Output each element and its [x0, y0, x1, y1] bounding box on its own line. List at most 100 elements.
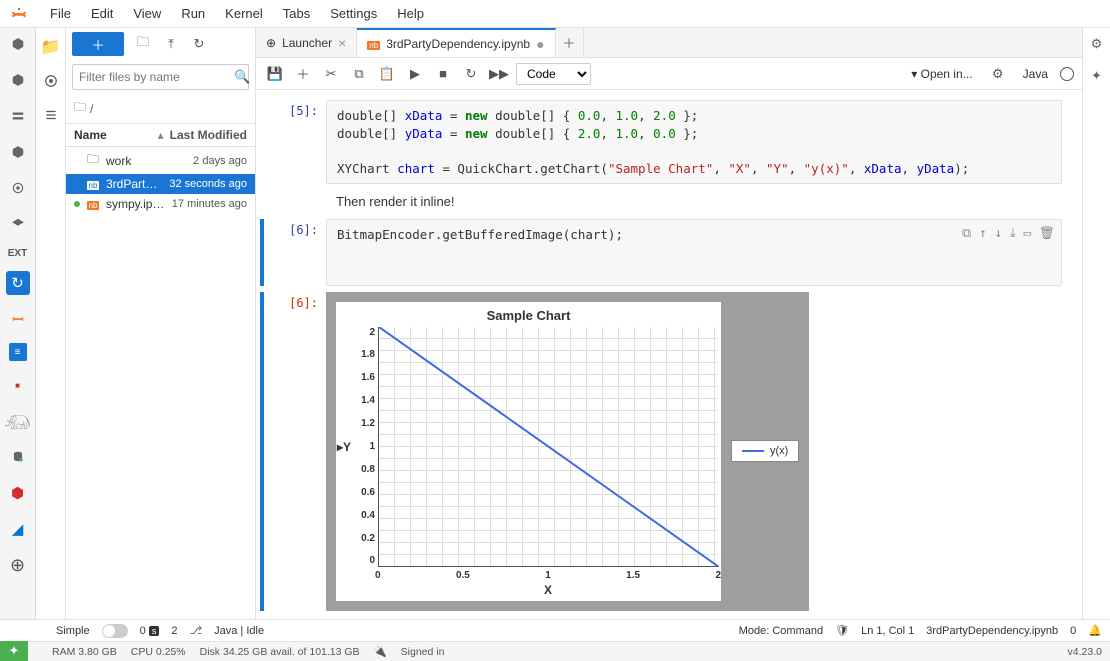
- jupyter-small-icon[interactable]: [6, 307, 30, 331]
- menu-help[interactable]: Help: [387, 3, 434, 24]
- signed-in-status[interactable]: Signed in: [401, 646, 445, 658]
- close-icon[interactable]: ×: [338, 35, 346, 51]
- delete-icon[interactable]: 🗑: [1039, 224, 1055, 242]
- add-circle-icon[interactable]: ⊕: [6, 553, 30, 577]
- cells-container: [5]: double[] xData = new double[] { 0.0…: [256, 90, 1082, 619]
- right-sidebar: ⚙ ✦: [1082, 28, 1110, 619]
- file-row[interactable]: nbsympy.ipynb17 minutes ago: [66, 194, 255, 214]
- notebook-icon: nb: [86, 197, 100, 211]
- open-in-dropdown[interactable]: ▾ Open in...: [911, 67, 972, 81]
- doc-red-icon[interactable]: ■: [6, 373, 30, 397]
- bell-icon[interactable]: 🔔: [1088, 624, 1102, 637]
- running-icon[interactable]: [40, 70, 62, 92]
- menu-settings[interactable]: Settings: [320, 3, 387, 24]
- save-icon[interactable]: 💾: [264, 63, 286, 85]
- col-name[interactable]: Name: [74, 128, 158, 142]
- list-icon[interactable]: [40, 104, 62, 126]
- cpu-status[interactable]: CPU 0.25%: [131, 646, 186, 658]
- folder-icon: 🗀: [86, 150, 100, 171]
- col-modified[interactable]: Last Modified: [170, 128, 247, 142]
- upload-icon[interactable]: ⤒: [162, 36, 180, 52]
- filter-box[interactable]: 🔍: [72, 64, 249, 90]
- cell-type-select[interactable]: Code: [516, 63, 591, 85]
- cut-icon[interactable]: ✂: [320, 63, 342, 85]
- download-icon[interactable]: ⤓: [1010, 224, 1016, 242]
- file-columns-header[interactable]: Name ▴ Last Modified: [66, 123, 255, 147]
- cube2-icon[interactable]: [6, 68, 30, 92]
- notification-count[interactable]: 0: [1070, 625, 1076, 637]
- file-row[interactable]: 🗀work2 days ago: [66, 147, 255, 174]
- kernel-name[interactable]: Java: [1023, 67, 1048, 81]
- ram-status[interactable]: RAM 3.80 GB: [52, 646, 117, 658]
- db-icon[interactable]: [6, 445, 30, 469]
- shield-icon[interactable]: 🛡: [835, 624, 849, 637]
- kernel-status-icon[interactable]: [1060, 67, 1074, 81]
- menu-kernel[interactable]: Kernel: [215, 3, 273, 24]
- menu-edit[interactable]: Edit: [81, 3, 123, 24]
- status-filename[interactable]: 3rdPartyDependency.ipynb: [926, 625, 1058, 637]
- status-two[interactable]: 2: [171, 625, 177, 637]
- folder-icon[interactable]: 📁: [40, 36, 62, 58]
- chart-legend: y(x): [731, 440, 799, 462]
- tab-launcher[interactable]: ⊕Launcher×: [256, 28, 357, 57]
- code-editor[interactable]: double[] xData = new double[] { 0.0, 1.0…: [326, 100, 1062, 184]
- simple-toggle[interactable]: [102, 624, 128, 638]
- paste-icon[interactable]: 📋: [376, 63, 398, 85]
- chart-output: Sample Chart ▸ Y 21.81.61.41.210.80.60.4…: [326, 292, 809, 611]
- settings-gear-icon[interactable]: ⚙: [1091, 36, 1103, 52]
- tab-label: 3rdPartyDependency.ipynb: [386, 37, 530, 51]
- markdown-cell[interactable]: Then render it inline!: [260, 190, 1062, 213]
- version-label[interactable]: v4.23.0: [1068, 646, 1102, 658]
- move-up-icon[interactable]: ↑: [979, 224, 987, 242]
- insert-below-icon[interactable]: ▭: [1024, 224, 1032, 242]
- plug-icon: 🔌: [374, 645, 387, 658]
- code-cell-active[interactable]: [6]: BitmapEncoder.getBufferedImage(char…: [260, 219, 1062, 286]
- ext-label[interactable]: EXT: [8, 248, 27, 259]
- status-bar: Simple 0 s 2 ⎇ Java | Idle Mode: Command…: [0, 619, 1110, 641]
- menu-run[interactable]: Run: [171, 3, 215, 24]
- cube3-icon[interactable]: [6, 140, 30, 164]
- vscode-icon[interactable]: ◢: [6, 517, 30, 541]
- cursor-position[interactable]: Ln 1, Col 1: [861, 625, 914, 637]
- extension-icon[interactable]: ✦: [1091, 68, 1102, 84]
- breadcrumb[interactable]: 🗀 /: [66, 94, 255, 123]
- file-browser: ＋ 🗀 ⤒ ↻ 🔍 🗀 / Name ▴ Last Modified 🗀work…: [66, 28, 256, 619]
- layers-icon[interactable]: [6, 104, 30, 128]
- stop-icon[interactable]: ■: [432, 63, 454, 85]
- new-launcher-button[interactable]: ＋: [72, 32, 124, 56]
- run-all-icon[interactable]: ▶▶: [488, 63, 510, 85]
- corner-badge-icon[interactable]: ✦: [0, 641, 28, 661]
- git-icon[interactable]: ⎇: [189, 624, 202, 637]
- code-editor[interactable]: BitmapEncoder.getBufferedImage(chart); ⧉…: [326, 219, 1062, 286]
- restart-icon[interactable]: ↻: [460, 63, 482, 85]
- gear-icon[interactable]: ⚙: [987, 63, 1009, 85]
- refresh-icon[interactable]: ↻: [190, 36, 208, 52]
- cube-icon[interactable]: [6, 32, 30, 56]
- target-icon[interactable]: [6, 176, 30, 200]
- new-folder-icon[interactable]: 🗀: [134, 33, 152, 55]
- insert-cell-icon[interactable]: ＋: [292, 63, 314, 85]
- doc-blue-icon[interactable]: ≡: [9, 343, 27, 361]
- run-icon[interactable]: ▶: [404, 63, 426, 85]
- status-zero[interactable]: 0 s: [140, 625, 160, 637]
- disk-status[interactable]: Disk 34.25 GB avail. of 101.13 GB: [200, 646, 360, 658]
- menu-file[interactable]: File: [40, 3, 81, 24]
- file-row[interactable]: nb3rdPartyD...32 seconds ago: [66, 174, 255, 194]
- main-area: ⊕Launcher×nb3rdPartyDependency.ipynb● ＋ …: [256, 28, 1082, 619]
- file-modified: 2 days ago: [193, 155, 247, 167]
- tab-add-button[interactable]: ＋: [556, 28, 584, 57]
- kernel-status-text[interactable]: Java | Idle: [214, 625, 264, 637]
- move-down-icon[interactable]: ↓: [995, 224, 1003, 242]
- copy-icon[interactable]: ⧉: [348, 63, 370, 85]
- elephant-icon[interactable]: 𓃰: [6, 409, 30, 433]
- tab-3rdpartydependency-ipynb[interactable]: nb3rdPartyDependency.ipynb●: [357, 28, 555, 57]
- bug-icon[interactable]: ⬢: [6, 481, 30, 505]
- education-icon[interactable]: [6, 212, 30, 236]
- filter-input[interactable]: [79, 70, 234, 84]
- menu-view[interactable]: View: [123, 3, 171, 24]
- code-cell[interactable]: [5]: double[] xData = new double[] { 0.0…: [260, 100, 1062, 184]
- refresh-box-icon[interactable]: ↻: [6, 271, 30, 295]
- menu-tabs[interactable]: Tabs: [273, 3, 320, 24]
- legend-line-icon: [742, 450, 764, 452]
- duplicate-icon[interactable]: ⧉: [962, 224, 971, 242]
